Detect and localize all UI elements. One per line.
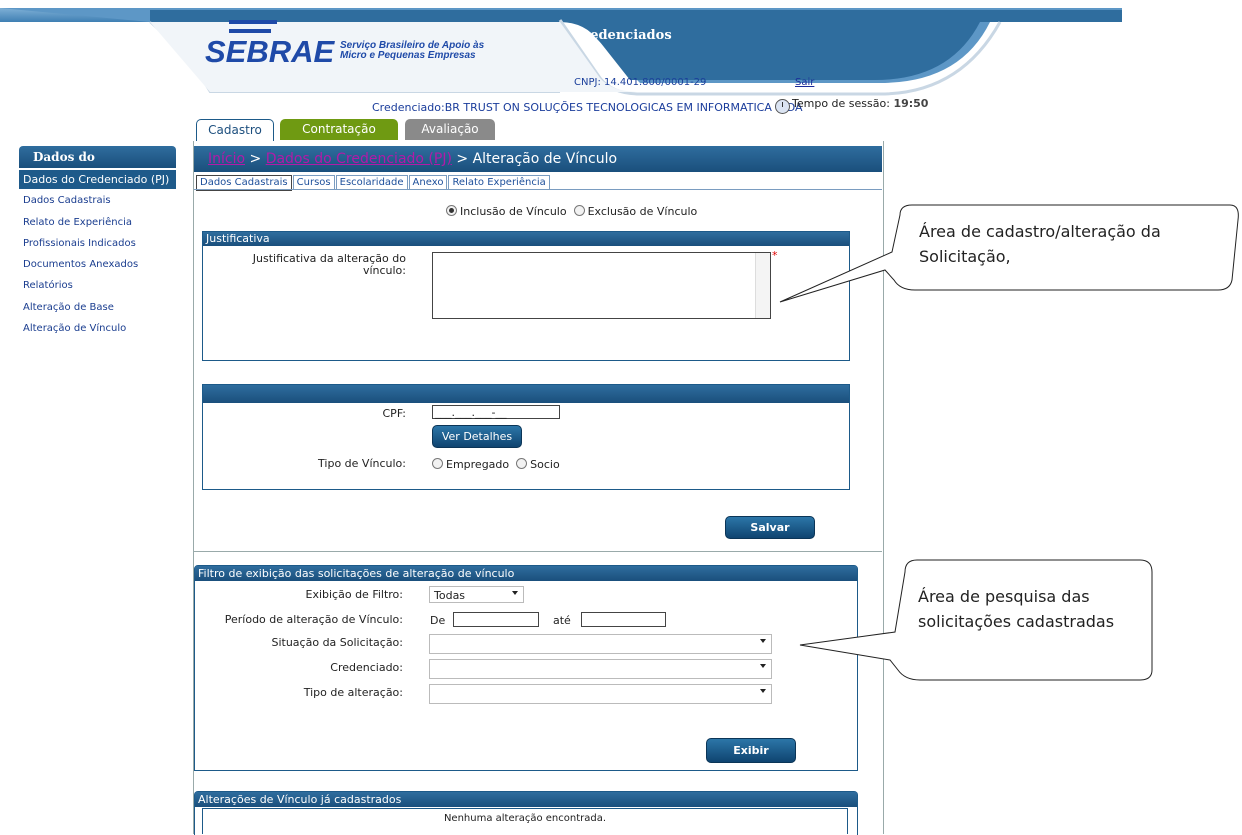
periodo-de-input[interactable] [453, 612, 539, 627]
chevron-down-icon [760, 639, 766, 643]
logo-subtitle: Serviço Brasileiro de Apoio às Micro e P… [340, 41, 484, 61]
radio-inclusao[interactable] [446, 205, 457, 216]
header-shape [0, 8, 1122, 96]
situacao-select[interactable] [429, 634, 772, 654]
subtab-bar: Dados Cadastrais Cursos Escolaridade Anexo R… [196, 175, 551, 191]
chevron-down-icon [760, 689, 766, 693]
filter-panel-header: Filtro de exibição das solicitações de a… [195, 566, 857, 581]
periodo-ate-input[interactable] [581, 612, 666, 627]
results-empty-message: Nenhuma alteração encontrada. [443, 813, 607, 824]
exibicao-select[interactable]: Todas [429, 586, 524, 603]
breadcrumb-current: Alteração de Vínculo [472, 151, 618, 167]
sidebar-item-alteracao-vinculo[interactable]: Alteração de Vínculo [23, 323, 126, 334]
cpf-panel-header [203, 385, 849, 403]
callout-pesquisa-line2: solicitações cadastradas [918, 612, 1115, 631]
periodo-de-label: De [430, 614, 446, 627]
tab-cadastro[interactable]: Cadastro [196, 119, 274, 141]
justificativa-label: Justificativa da alteração do vínculo: [220, 253, 406, 277]
results-panel-header: Alterações de Vínculo já cadastrados [195, 792, 857, 807]
ver-detalhes-button[interactable]: Ver Detalhes [432, 425, 522, 448]
app-title: Credenciados [573, 28, 672, 43]
exibicao-selected: Todas [434, 589, 466, 602]
radio-exclusao-label: Exclusão de Vínculo [587, 205, 698, 218]
subtab-escolaridade[interactable]: Escolaridade [335, 175, 408, 190]
radio-socio-label: Socio [530, 458, 560, 471]
subtab-cursos[interactable]: Cursos [292, 175, 335, 190]
radio-socio[interactable] [516, 458, 528, 469]
cpf-label: CPF: [382, 407, 407, 420]
cpf-panel [202, 384, 850, 490]
sidebar-title: Dados do Credenciado [19, 146, 176, 186]
tipo-alteracao-select[interactable] [429, 684, 772, 704]
credenciado-select[interactable] [429, 659, 772, 679]
sidebar-item-profissionais-indicados[interactable]: Profissionais Indicados [23, 238, 136, 249]
chevron-down-icon [512, 591, 518, 595]
logo-subtitle-line2: Micro e Pequenas Empresas [340, 50, 476, 61]
session-timer: Tempo de sessão: 19:50 [792, 97, 928, 110]
session-value: 19:50 [893, 97, 929, 110]
justificativa-panel-header: Justificativa [203, 232, 849, 246]
textarea-scrollbar[interactable] [755, 253, 770, 318]
session-label: Tempo de sessão: [792, 97, 890, 110]
breadcrumb-home-link[interactable]: Início [208, 151, 245, 167]
sidebar-item-dados-credenciado-pj[interactable]: Dados do Credenciado (PJ) [19, 170, 176, 189]
justificativa-label-line2: vínculo: [362, 264, 406, 277]
credenciado-text: Credenciado:BR TRUST ON SOLUÇÕES TECNOLO… [372, 101, 803, 114]
callout-cadastro-line2: Solicitação, [919, 247, 1011, 266]
tab-avaliacao[interactable]: Avaliação [405, 119, 495, 140]
credenciado-label: Credenciado: [330, 661, 403, 674]
radio-empregado[interactable] [432, 458, 443, 469]
callout-pesquisa: Área de pesquisa das solicitações cadast… [918, 584, 1114, 634]
tipo-vinculo-label: Tipo de Vínculo: [318, 457, 406, 470]
radio-inclusao-label: Inclusão de Vínculo [460, 205, 567, 218]
breadcrumb-separator: > [451, 151, 473, 167]
vinculo-action-radio-group: Inclusão de Vínculo Exclusão de Vínculo [446, 205, 697, 218]
exibicao-label: Exibição de Filtro: [305, 588, 404, 601]
cnpj-text: CNPJ: 14.401.800/0001-29 [574, 77, 707, 88]
subtab-relato-experiencia[interactable]: Relato Experiência [448, 175, 550, 190]
subtab-divider [194, 189, 882, 190]
tab-contratacao[interactable]: Contratação [280, 119, 398, 140]
sidebar-item-dados-cadastrais[interactable]: Dados Cadastrais [23, 195, 111, 206]
callout-cadastro-line1: Área de cadastro/alteração da [919, 222, 1161, 241]
periodo-ate-label: até [553, 614, 571, 627]
sidebar-item-documentos-anexados[interactable]: Documentos Anexados [23, 259, 138, 270]
tipo-vinculo-radio-group: Empregado Socio [432, 458, 560, 471]
radio-empregado-label: Empregado [446, 458, 510, 471]
breadcrumb-separator: > [245, 151, 266, 167]
logo-text: SEBRAE [205, 34, 335, 69]
exibir-button[interactable]: Exibir [706, 738, 796, 763]
logout-link[interactable]: Sair [795, 77, 814, 88]
cpf-input[interactable]: ___.___.___-__ [432, 405, 560, 419]
periodo-label: Período de alteração de Vínculo: [224, 613, 403, 626]
breadcrumb-parent-link[interactable]: Dados do Credenciado (PJ) [266, 151, 452, 167]
callout-cadastro: Área de cadastro/alteração da Solicitaçã… [919, 219, 1161, 269]
sebrae-logo[interactable]: SEBRAE [205, 20, 334, 70]
clock-icon [775, 99, 790, 114]
chevron-down-icon [760, 664, 766, 668]
situacao-label: Situação da Solicitação: [271, 636, 403, 649]
radio-exclusao[interactable] [573, 205, 585, 216]
results-table: Nenhuma alteração encontrada. [202, 808, 848, 834]
sidebar-item-alteracao-base[interactable]: Alteração de Base [23, 302, 114, 313]
breadcrumb: Início > Dados do Credenciado (PJ) > Alt… [194, 146, 882, 172]
tipo-alteracao-label: Tipo de alteração: [303, 686, 403, 699]
callout-pesquisa-line1: Área de pesquisa das [918, 587, 1090, 606]
sidebar-item-relatorios[interactable]: Relatórios [23, 280, 73, 291]
justificativa-textarea[interactable] [432, 252, 771, 319]
subtab-anexo[interactable]: Anexo [408, 175, 448, 190]
sidebar-item-relato-experiencia[interactable]: Relato de Experiência [23, 217, 132, 228]
